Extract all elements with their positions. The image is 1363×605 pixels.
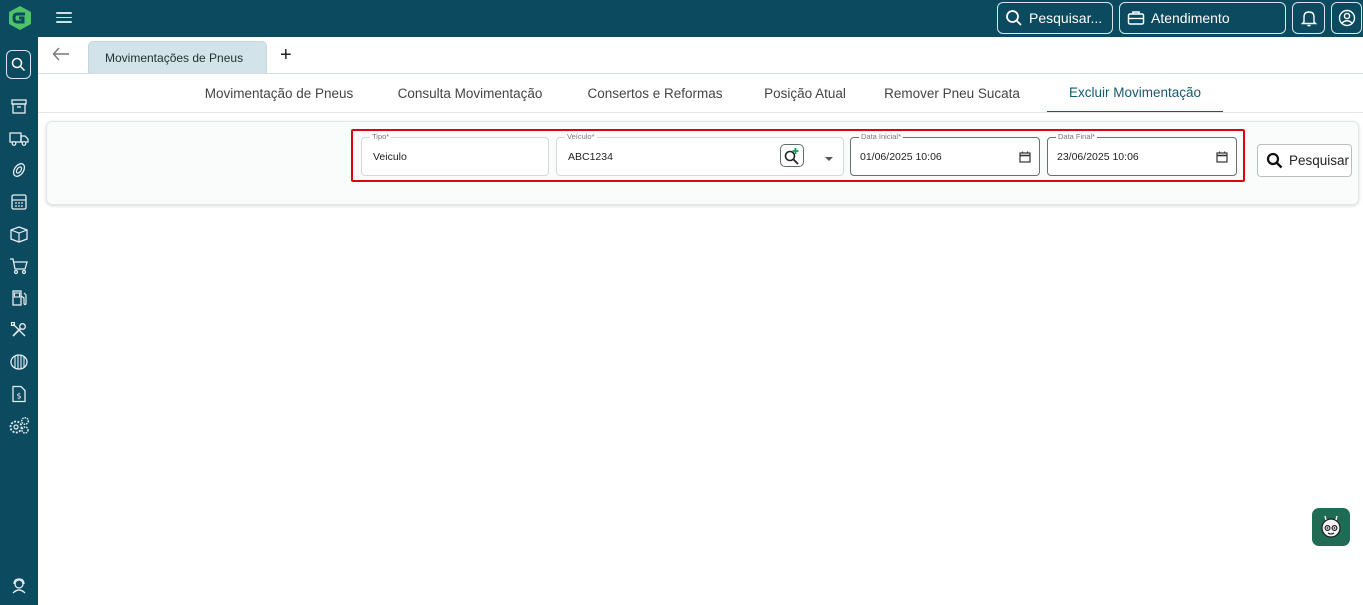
assistant-bot-button[interactable] [1312, 508, 1350, 546]
doc-tab-movimentacoes[interactable]: Movimentações de Pneus [88, 41, 267, 73]
global-search-button[interactable]: Pesquisar... [997, 2, 1113, 34]
sidebar-item-stock[interactable] [8, 223, 30, 245]
briefcase-icon [1127, 11, 1145, 25]
search-icon [1006, 10, 1022, 26]
tab-posicao-atual[interactable]: Posição Atual [756, 74, 854, 112]
tire-tread-icon [10, 354, 28, 370]
truck-icon [9, 132, 29, 146]
doc-tab-label: Movimentações de Pneus [105, 50, 244, 65]
robot-icon [1321, 515, 1341, 538]
sidebar-item-maintenance[interactable] [8, 319, 30, 341]
svg-text:$: $ [16, 392, 21, 401]
sidebar-item-finance[interactable]: $ [8, 383, 30, 405]
menu-toggle-icon[interactable] [56, 9, 72, 25]
bell-icon [1300, 11, 1317, 27]
invoice-icon: $ [12, 385, 26, 403]
back-arrow-icon[interactable] [52, 47, 70, 61]
top-bar: Pesquisar... Atendimento [0, 0, 1363, 37]
sidebar-item-archive[interactable] [8, 95, 30, 117]
sidebar-item-calculator[interactable] [8, 191, 30, 213]
atendimento-button[interactable]: Atendimento [1119, 2, 1286, 34]
sidebar-item-tire-tread[interactable] [8, 351, 30, 373]
search-icon [11, 57, 26, 72]
user-circle-icon [1338, 9, 1355, 27]
sidebar-search-button[interactable] [6, 50, 31, 79]
pesquisar-label: Pesquisar [1289, 153, 1350, 168]
fuel-icon [12, 290, 27, 306]
pesquisar-button[interactable]: Pesquisar [1257, 144, 1352, 177]
sidebar: $ [0, 37, 38, 605]
module-nav-tabs: Movimentação de Pneus Consulta Movimenta… [38, 74, 1363, 112]
sidebar-item-fleet[interactable] [8, 127, 30, 149]
search-icon [1266, 152, 1283, 169]
box-icon [10, 226, 28, 243]
calculator-icon [11, 194, 27, 210]
tab-movimentacao-pneus[interactable]: Movimentação de Pneus [192, 74, 366, 112]
archive-icon [11, 99, 27, 114]
sidebar-item-settings[interactable] [8, 415, 30, 437]
tab-remover-pneu-sucata[interactable]: Remover Pneu Sucata [880, 74, 1024, 112]
settings-gears-icon [9, 416, 30, 434]
document-tab-strip: Movimentações de Pneus + [38, 37, 1363, 73]
tab-consertos-reformas[interactable]: Consertos e Reformas [575, 74, 735, 112]
cart-icon [10, 258, 28, 275]
atendimento-label: Atendimento [1151, 10, 1230, 26]
sidebar-item-tires[interactable] [8, 159, 30, 181]
user-profile-button[interactable] [1331, 2, 1362, 34]
app-logo[interactable] [4, 3, 36, 33]
sidebar-item-purchases[interactable] [8, 255, 30, 277]
tab-consulta-movimentacao[interactable]: Consulta Movimentação [386, 74, 554, 112]
support-icon [12, 578, 26, 594]
notifications-button[interactable] [1292, 2, 1325, 34]
add-tab-button[interactable]: + [280, 45, 292, 65]
sidebar-item-fuel[interactable] [8, 287, 30, 309]
tire-icon [12, 163, 26, 177]
nav-tabs-divider [38, 112, 1363, 113]
sidebar-item-support[interactable] [8, 575, 30, 597]
tab-excluir-movimentacao[interactable]: Excluir Movimentação [1047, 74, 1223, 112]
global-search-label: Pesquisar... [1029, 10, 1103, 26]
tools-icon [10, 321, 26, 337]
highlight-box [351, 129, 1245, 182]
